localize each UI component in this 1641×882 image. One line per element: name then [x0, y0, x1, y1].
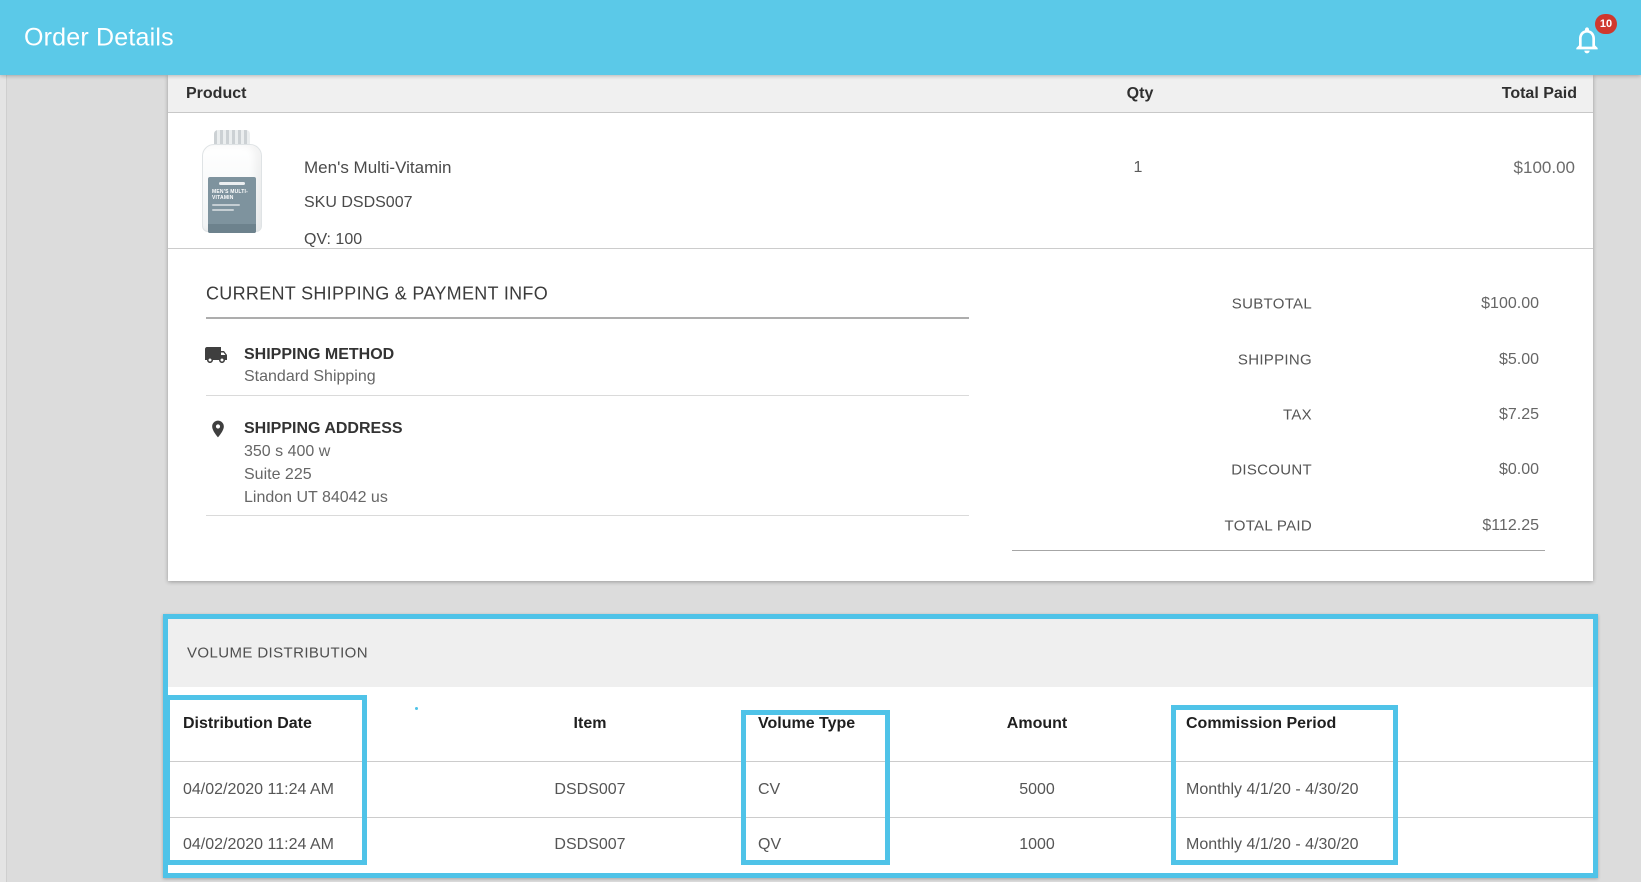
cell-commission-period: Monthly 4/1/20 - 4/30/20 [1186, 836, 1359, 853]
shipping-payment-heading: CURRENT SHIPPING & PAYMENT INFO [206, 283, 549, 304]
bottle-label: MEN'S MULTI-VITAMIN [208, 177, 256, 233]
summary-label: TAX [1283, 406, 1312, 424]
column-header-volume-type: Volume Type [758, 715, 856, 732]
summary-label: SHIPPING [1237, 351, 1312, 369]
volume-table-row: 04/02/2020 11:24 AM DSDS007 QV 1000 Mont… [168, 817, 1593, 872]
product-image: MEN'S MULTI-VITAMIN [202, 130, 262, 233]
column-header-commission-period: Commission Period [1186, 715, 1337, 732]
cell-commission-period: Monthly 4/1/20 - 4/30/20 [1186, 780, 1359, 798]
cell-volume-type: CV [758, 780, 781, 798]
product-qv: QV: 100 [304, 231, 363, 248]
summary-value: $100.00 [1481, 295, 1539, 312]
product-total-paid-value: $100.00 [1513, 158, 1575, 177]
cell-distribution-date: 04/02/2020 11:24 AM [183, 780, 334, 798]
notification-count-badge: 10 [1595, 14, 1617, 34]
order-card: Product Qty Total Paid MEN'S MULTI-VITAM… [168, 75, 1593, 581]
section-divider [206, 395, 969, 396]
address-line-2: Suite 225 [244, 466, 312, 483]
cell-volume-type: QV [758, 836, 782, 853]
summary-label: SUBTOTAL [1231, 295, 1312, 313]
volume-table-header-row: Distribution Date Item Volume Type Amoun… [168, 687, 1593, 761]
truck-icon [205, 347, 227, 363]
volume-distribution-header-band: VOLUME DISTRIBUTION [168, 619, 1593, 687]
annotation-dot [415, 707, 418, 710]
cell-amount: 1000 [1019, 836, 1055, 853]
column-header-product: Product [186, 84, 247, 102]
page-title: Order Details [24, 23, 174, 51]
summary-value: $5.00 [1498, 351, 1539, 368]
summary-value: $0.00 [1498, 461, 1539, 478]
summary-total-divider [1012, 550, 1545, 551]
order-details-screen: Order Details 10 Product Qty Total Paid … [0, 0, 1641, 882]
product-name: Men's Multi-Vitamin [304, 158, 452, 177]
cell-amount: 5000 [1019, 780, 1055, 798]
address-line-1: 350 s 400 w [244, 443, 331, 460]
column-header-item: Item [573, 715, 607, 732]
volume-distribution-section: VOLUME DISTRIBUTION Distribution Date It… [163, 614, 1598, 878]
column-header-amount: Amount [1006, 715, 1068, 732]
address-line-3: Lindon UT 84042 us [244, 489, 388, 506]
shipping-method-label: SHIPPING METHOD [244, 346, 395, 363]
volume-distribution-heading: VOLUME DISTRIBUTION [187, 644, 368, 662]
location-pin-icon [212, 420, 224, 438]
column-header-total-paid: Total Paid [1501, 84, 1577, 102]
bottle-label-title: MEN'S MULTI-VITAMIN [212, 189, 248, 201]
column-header-qty: Qty [1126, 84, 1154, 102]
summary-label: TOTAL PAID [1224, 517, 1312, 535]
summary-value: $112.25 [1482, 517, 1539, 534]
cell-distribution-date: 04/02/2020 11:24 AM [183, 836, 334, 853]
heading-divider [206, 317, 969, 319]
volume-table-row: 04/02/2020 11:24 AM DSDS007 CV 5000 Mont… [168, 761, 1593, 817]
product-table-header: Product Qty Total Paid [168, 75, 1593, 113]
shipping-method-value: Standard Shipping [244, 368, 376, 385]
column-header-distribution-date: Distribution Date [183, 715, 312, 732]
product-sku: SKU DSDS007 [304, 194, 413, 211]
summary-label: DISCOUNT [1231, 461, 1312, 479]
summary-value: $7.25 [1498, 406, 1539, 423]
product-row: MEN'S MULTI-VITAMIN Men's Multi-Vitamin … [168, 113, 1593, 249]
cell-item: DSDS007 [554, 836, 626, 853]
notifications-button[interactable]: 10 [1571, 14, 1617, 62]
product-qty-value: 1 [1133, 159, 1143, 176]
shipping-address-label: SHIPPING ADDRESS [244, 420, 403, 437]
window-edge [0, 75, 7, 882]
section-divider [206, 515, 969, 516]
cell-item: DSDS007 [554, 780, 626, 798]
app-bar: Order Details 10 [0, 0, 1641, 75]
bottle-body: MEN'S MULTI-VITAMIN [202, 144, 262, 233]
